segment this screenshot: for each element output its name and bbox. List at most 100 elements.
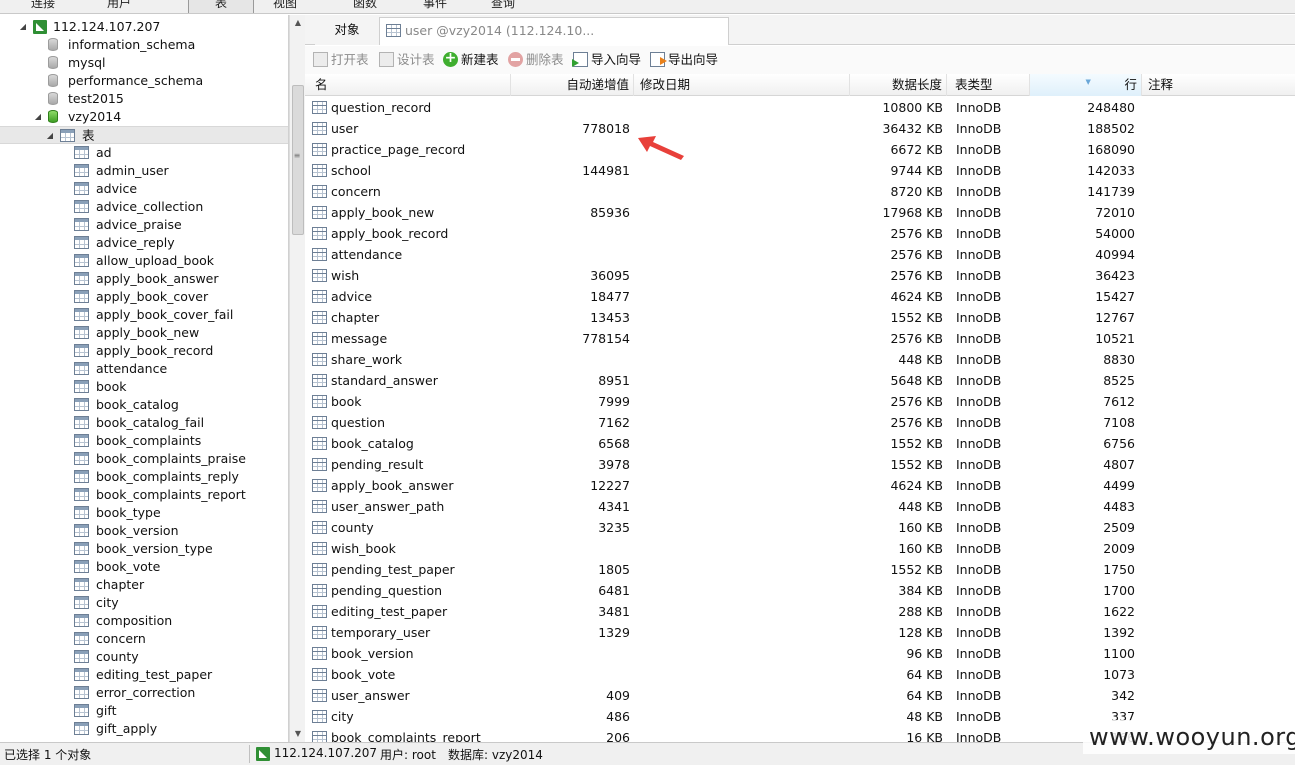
tree-table-item[interactable]: admin_user bbox=[0, 162, 288, 180]
tree-server-node[interactable]: ◢ 112.124.107.207 bbox=[0, 18, 288, 36]
tree-db-item[interactable]: performance_schema bbox=[0, 72, 288, 90]
column-header-name[interactable]: 名 bbox=[305, 74, 511, 96]
menu-item[interactable]: 表 bbox=[188, 0, 254, 13]
table-row[interactable]: user_answer 409 64 KB InnoDB 342 bbox=[305, 685, 1295, 706]
tree-table-item[interactable]: gift bbox=[0, 702, 288, 720]
table-row[interactable]: question_record 10800 KB InnoDB 248480 bbox=[305, 97, 1295, 118]
menu-item[interactable]: 视图 bbox=[262, 0, 308, 13]
design-table-button[interactable]: 设计表 bbox=[379, 51, 435, 69]
table-row[interactable]: practice_page_record 6672 KB InnoDB 168090 bbox=[305, 139, 1295, 160]
column-header-rows[interactable]: ▼ 行 bbox=[1030, 74, 1142, 96]
tree-table-item[interactable]: ad bbox=[0, 144, 288, 162]
collapse-arrow-icon[interactable]: ◢ bbox=[33, 108, 43, 126]
tree-table-item[interactable]: advice bbox=[0, 180, 288, 198]
tree-table-item[interactable]: book_version_type bbox=[0, 540, 288, 558]
table-row[interactable]: user 778018 36432 KB InnoDB 188502 bbox=[305, 118, 1295, 139]
tree-table-item[interactable]: advice_reply bbox=[0, 234, 288, 252]
tree-db-vzy2014[interactable]: ◢ vzy2014 bbox=[0, 108, 288, 126]
table-row[interactable]: share_work 448 KB InnoDB 8830 bbox=[305, 349, 1295, 370]
table-row[interactable]: book_catalog 6568 1552 KB InnoDB 6756 bbox=[305, 433, 1295, 454]
tree-table-item[interactable]: advice_collection bbox=[0, 198, 288, 216]
table-row[interactable]: advice 18477 4624 KB InnoDB 15427 bbox=[305, 286, 1295, 307]
open-table-button[interactable]: 打开表 bbox=[313, 51, 369, 69]
table-row[interactable]: book_vote 64 KB InnoDB 1073 bbox=[305, 664, 1295, 685]
table-row[interactable]: pending_question 6481 384 KB InnoDB 1700 bbox=[305, 580, 1295, 601]
table-row[interactable]: book_version 96 KB InnoDB 1100 bbox=[305, 643, 1295, 664]
menu-item[interactable]: 查询 bbox=[480, 0, 526, 13]
tree-table-item[interactable]: book_catalog bbox=[0, 396, 288, 414]
column-header-table-type[interactable]: 表类型 bbox=[947, 74, 1030, 96]
scroll-down-arrow-icon[interactable]: ▼ bbox=[290, 726, 306, 742]
tree-table-item[interactable]: apply_book_answer bbox=[0, 270, 288, 288]
table-row[interactable]: standard_answer 8951 5648 KB InnoDB 8525 bbox=[305, 370, 1295, 391]
tree-table-item[interactable]: allow_upload_book bbox=[0, 252, 288, 270]
export-wizard-button[interactable]: 导出向导 bbox=[650, 51, 718, 69]
table-row[interactable]: apply_book_new 85936 17968 KB InnoDB 72010 bbox=[305, 202, 1295, 223]
tree-table-item[interactable]: county bbox=[0, 648, 288, 666]
table-row[interactable]: book 7999 2576 KB InnoDB 7612 bbox=[305, 391, 1295, 412]
table-row[interactable]: school 144981 9744 KB InnoDB 142033 bbox=[305, 160, 1295, 181]
tree-table-item[interactable]: book_version bbox=[0, 522, 288, 540]
table-row[interactable]: pending_result 3978 1552 KB InnoDB 4807 bbox=[305, 454, 1295, 475]
tree-table-item[interactable]: chapter bbox=[0, 576, 288, 594]
table-row[interactable]: concern 8720 KB InnoDB 141739 bbox=[305, 181, 1295, 202]
tree-table-item[interactable]: apply_book_cover bbox=[0, 288, 288, 306]
table-row[interactable]: pending_test_paper 1805 1552 KB InnoDB 1750 bbox=[305, 559, 1295, 580]
tree-table-item[interactable]: city bbox=[0, 594, 288, 612]
menu-item[interactable]: 函数 bbox=[342, 0, 388, 13]
tab-objects[interactable]: 对象 bbox=[315, 17, 379, 45]
tree-table-item[interactable]: book_complaints bbox=[0, 432, 288, 450]
tree-table-item[interactable]: attendance bbox=[0, 360, 288, 378]
tree-table-item[interactable]: apply_book_record bbox=[0, 342, 288, 360]
tree-table-item[interactable]: editing_test_paper bbox=[0, 666, 288, 684]
table-row[interactable]: user_answer_path 4341 448 KB InnoDB 4483 bbox=[305, 496, 1295, 517]
table-label: editing_test_paper bbox=[96, 667, 213, 682]
tree-table-item[interactable]: error_correction bbox=[0, 684, 288, 702]
tree-scrollbar[interactable]: ▲ ≡ ▼ bbox=[289, 15, 305, 742]
import-wizard-button[interactable]: 导入向导 bbox=[572, 51, 641, 69]
table-row[interactable]: wish 36095 2576 KB InnoDB 36423 bbox=[305, 265, 1295, 286]
table-row[interactable]: apply_book_answer 12227 4624 KB InnoDB 4499 bbox=[305, 475, 1295, 496]
tree-table-item[interactable]: book bbox=[0, 378, 288, 396]
menu-item[interactable]: 连接 bbox=[20, 0, 66, 13]
table-row[interactable]: apply_book_record 2576 KB InnoDB 54000 bbox=[305, 223, 1295, 244]
table-row[interactable]: wish_book 160 KB InnoDB 2009 bbox=[305, 538, 1295, 559]
table-row[interactable]: message 778154 2576 KB InnoDB 10521 bbox=[305, 328, 1295, 349]
tree-tables-node[interactable]: ◢ 表 bbox=[0, 126, 288, 145]
tree-table-item[interactable]: concern bbox=[0, 630, 288, 648]
table-icon bbox=[74, 488, 89, 501]
tab-user-table[interactable]: user @vzy2014 (112.124.10... bbox=[379, 17, 729, 45]
tree-db-item[interactable]: mysql bbox=[0, 54, 288, 72]
tree-table-item[interactable]: advice_praise bbox=[0, 216, 288, 234]
tree-table-item[interactable]: book_complaints_reply bbox=[0, 468, 288, 486]
collapse-arrow-icon[interactable]: ◢ bbox=[18, 18, 28, 36]
menu-item[interactable]: 事件 bbox=[412, 0, 458, 13]
column-header-data-length[interactable]: 数据长度 bbox=[850, 74, 947, 96]
tree-table-item[interactable]: gift_apply bbox=[0, 720, 288, 738]
tree-table-item[interactable]: book_complaints_report bbox=[0, 486, 288, 504]
tree-table-item[interactable]: book_type bbox=[0, 504, 288, 522]
tree-table-item[interactable]: book_catalog_fail bbox=[0, 414, 288, 432]
scroll-up-arrow-icon[interactable]: ▲ bbox=[290, 15, 306, 31]
tree-db-item[interactable]: test2015 bbox=[0, 90, 288, 108]
collapse-arrow-icon[interactable]: ◢ bbox=[45, 127, 55, 145]
tree-table-item[interactable]: book_complaints_praise bbox=[0, 450, 288, 468]
delete-table-button[interactable]: 删除表 bbox=[508, 51, 564, 69]
tree-db-item[interactable]: information_schema bbox=[0, 36, 288, 54]
tree-table-item[interactable]: apply_book_new bbox=[0, 324, 288, 342]
scrollbar-thumb[interactable] bbox=[292, 85, 304, 235]
table-row[interactable]: editing_test_paper 3481 288 KB InnoDB 1622 bbox=[305, 601, 1295, 622]
table-row[interactable]: chapter 13453 1552 KB InnoDB 12767 bbox=[305, 307, 1295, 328]
table-row[interactable]: question 7162 2576 KB InnoDB 7108 bbox=[305, 412, 1295, 433]
table-row[interactable]: temporary_user 1329 128 KB InnoDB 1392 bbox=[305, 622, 1295, 643]
column-header-auto-increment[interactable]: 自动递增值 bbox=[511, 74, 634, 96]
tree-table-item[interactable]: apply_book_cover_fail bbox=[0, 306, 288, 324]
tree-table-item[interactable]: composition bbox=[0, 612, 288, 630]
menu-item[interactable]: 用户 bbox=[90, 0, 148, 13]
column-header-modified-date[interactable]: 修改日期 bbox=[634, 74, 850, 96]
new-table-button[interactable]: 新建表 bbox=[443, 49, 499, 69]
table-row[interactable]: county 3235 160 KB InnoDB 2509 bbox=[305, 517, 1295, 538]
tree-table-item[interactable]: book_vote bbox=[0, 558, 288, 576]
table-row[interactable]: attendance 2576 KB InnoDB 40994 bbox=[305, 244, 1295, 265]
column-header-comment[interactable]: 注释 bbox=[1142, 74, 1295, 96]
